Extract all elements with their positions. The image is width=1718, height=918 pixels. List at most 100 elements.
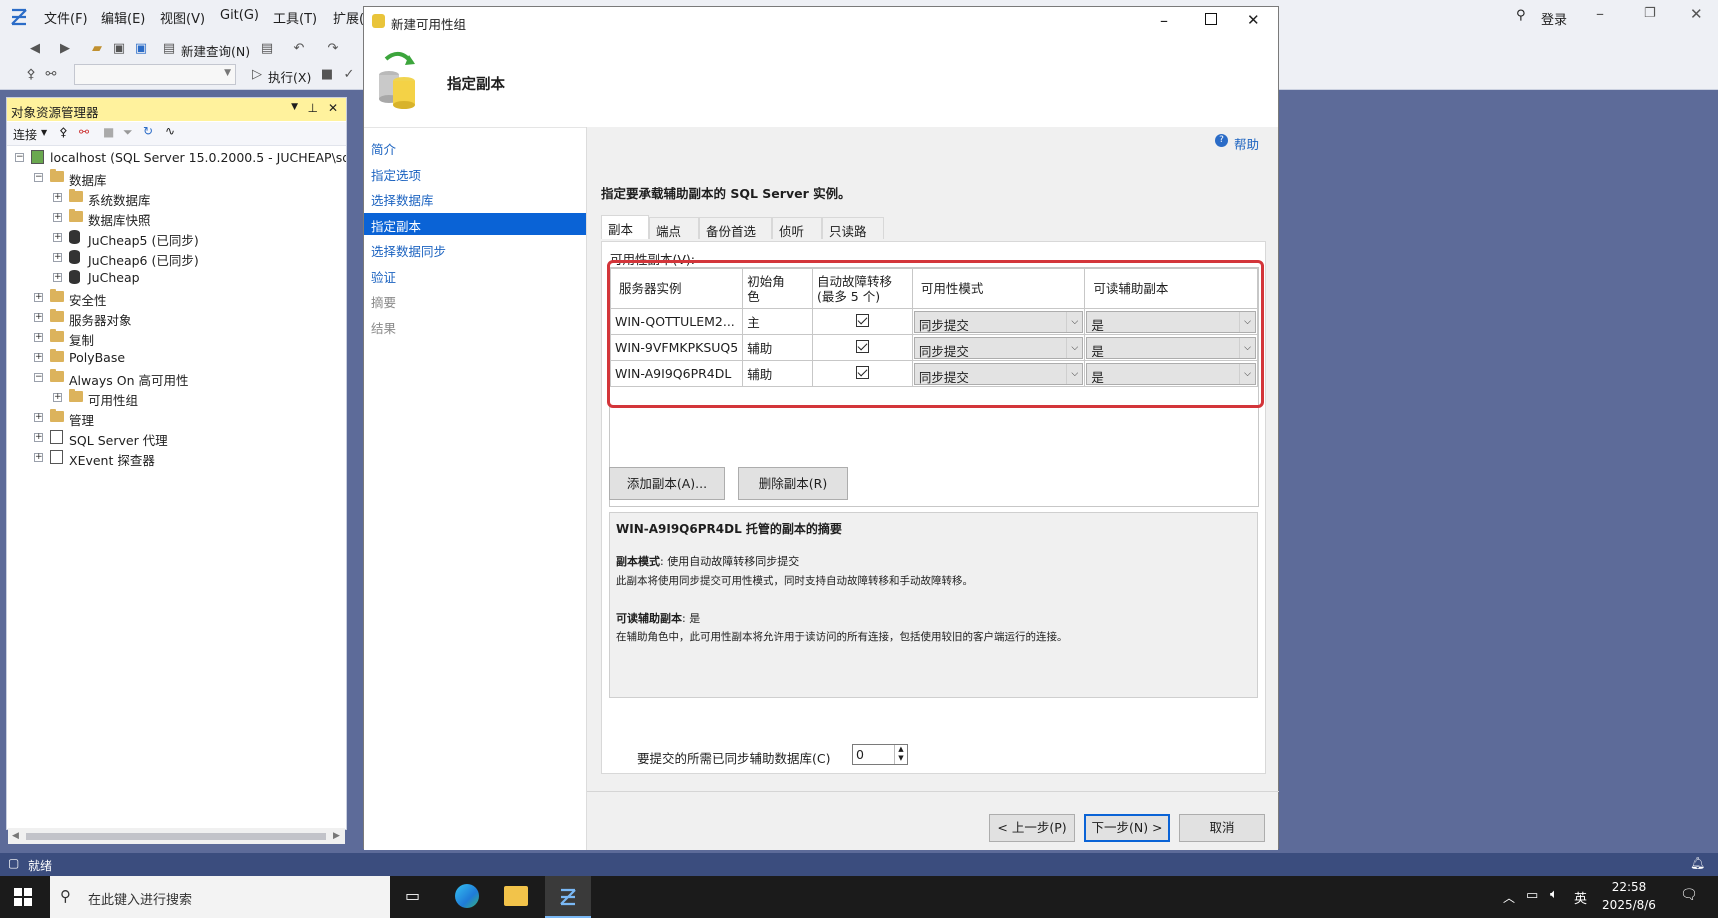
collapse-icon[interactable]: − [34, 373, 43, 382]
tree-node[interactable]: + 可用性组 [7, 388, 346, 408]
dialog-close-button[interactable]: ✕ [1247, 11, 1260, 29]
expand-icon[interactable]: + [53, 393, 62, 402]
wizard-nav-item[interactable]: 选择数据同步 [371, 238, 446, 260]
database-select[interactable]: ▼ [74, 64, 236, 85]
ime-indicator[interactable]: 英 [1574, 888, 1587, 907]
dialog-minimize-button[interactable]: – [1160, 11, 1168, 30]
filter-icon[interactable]: ⏷ [123, 125, 133, 140]
menu-extensions[interactable]: 扩展( [333, 8, 364, 27]
edge-icon[interactable] [455, 884, 479, 908]
change-connection-icon[interactable]: ⚯ [42, 66, 60, 84]
task-view-icon[interactable]: ▭ [405, 886, 420, 905]
notification-center-icon[interactable]: 🗨︎ [1680, 887, 1698, 903]
back-icon[interactable]: ◀ [26, 40, 44, 58]
parse-icon[interactable]: ✓ [340, 66, 358, 84]
login-icon[interactable]: ⚲ [1516, 8, 1526, 23]
connect-icon[interactable]: ⚴ [22, 66, 40, 84]
tree-node[interactable]: + 数据库快照 [7, 208, 346, 228]
query-icon[interactable]: ▤ [258, 40, 276, 58]
tree-node[interactable]: + PolyBase [7, 348, 346, 368]
restore-button[interactable]: ❐ [1644, 6, 1656, 21]
network-icon[interactable]: ▭ [1526, 888, 1538, 903]
expand-icon[interactable]: + [34, 333, 43, 342]
oe-dropdown-icon[interactable]: ▼ [291, 102, 298, 112]
oe-close-icon[interactable]: ✕ [328, 101, 338, 115]
expand-icon[interactable]: + [53, 253, 62, 262]
notification-bell-icon[interactable]: 🔔︎ [1690, 856, 1705, 870]
taskbar-search[interactable]: ⚲ 在此键入进行搜索 [50, 876, 390, 918]
stop-icon[interactable]: ■ [103, 125, 114, 139]
expand-icon[interactable]: + [34, 353, 43, 362]
disconnect-icon[interactable]: ⚯ [79, 125, 89, 139]
tree-node[interactable]: − 数据库 [7, 168, 346, 188]
windows-start-icon[interactable] [14, 888, 32, 906]
tree-node[interactable]: − localhost (SQL Server 15.0.2000.5 - JUC… [7, 148, 346, 168]
expand-icon[interactable]: + [34, 293, 43, 302]
remove-replica-button[interactable]: 删除副本(R) [738, 467, 848, 500]
menu-view[interactable]: 视图(V) [160, 8, 205, 27]
wizard-nav-item[interactable]: 验证 [371, 264, 396, 286]
help-link[interactable]: 帮助 [1234, 134, 1259, 153]
scroll-thumb[interactable] [26, 833, 326, 840]
expand-icon[interactable]: + [53, 273, 62, 282]
wizard-nav-item[interactable]: 简介 [371, 136, 396, 158]
open-file-icon[interactable]: ▰ [88, 40, 106, 58]
tree-node[interactable]: + JuCheap [7, 268, 346, 288]
tree-node[interactable]: + JuCheap6 (已同步) [7, 248, 346, 268]
expand-icon[interactable]: + [34, 413, 43, 422]
tree-node[interactable]: + JuCheap5 (已同步) [7, 228, 346, 248]
next-button[interactable]: 下一步(N) > [1084, 814, 1170, 842]
add-replica-button[interactable]: 添加副本(A)... [609, 467, 725, 500]
ssms-taskbar-button[interactable] [545, 876, 591, 918]
sync-secondaries-spinner[interactable]: 0 ▲ ▼ [852, 744, 908, 765]
tree-node[interactable]: + 安全性 [7, 288, 346, 308]
connect-chevron-icon[interactable]: ▼ [41, 128, 47, 137]
tab-read-only-routing[interactable]: 只读路由 [822, 217, 884, 258]
oe-horizontal-scrollbar[interactable]: ◀ ▶ [8, 828, 345, 844]
spinner-up-icon[interactable]: ▲ [894, 745, 907, 754]
tree-node[interactable]: + 系统数据库 [7, 188, 346, 208]
execute-icon[interactable]: ▷ [248, 66, 266, 84]
tab-backup-preferences[interactable]: 备份首选项 [699, 217, 772, 258]
expand-icon[interactable]: + [34, 433, 43, 442]
stop-icon[interactable]: ■ [318, 66, 336, 84]
scroll-right-icon[interactable]: ▶ [333, 831, 340, 841]
execute-button[interactable]: 执行(X) [268, 67, 311, 86]
connect-plug-icon[interactable]: ⚴ [59, 125, 68, 139]
tree-node[interactable]: + 复制 [7, 328, 346, 348]
collapse-icon[interactable]: − [34, 173, 43, 182]
tree-node[interactable]: + 服务器对象 [7, 308, 346, 328]
wizard-nav-item[interactable]: 选择数据库 [371, 187, 434, 209]
forward-icon[interactable]: ▶ [56, 40, 74, 58]
save-all-icon[interactable]: ▣ [132, 40, 150, 58]
tray-chevron-icon[interactable]: ︿ [1503, 889, 1515, 906]
tab-replicas[interactable]: 副本 [601, 215, 649, 239]
wizard-nav-item[interactable]: 指定副本 [364, 212, 586, 235]
tree-node[interactable]: + SQL Server 代理 [7, 428, 346, 448]
dialog-maximize-button[interactable] [1205, 13, 1217, 25]
activity-monitor-icon[interactable]: ∿ [165, 124, 175, 138]
redo-icon[interactable]: ↷ [324, 40, 342, 58]
new-query-icon[interactable]: ▤ [160, 40, 178, 58]
menu-file[interactable]: 文件(F) [44, 8, 88, 27]
tab-listener[interactable]: 侦听器 [772, 217, 822, 258]
cancel-button[interactable]: 取消 [1179, 814, 1265, 842]
volume-icon[interactable]: 🔈︎ [1550, 887, 1558, 902]
refresh-icon[interactable]: ↻ [143, 124, 153, 138]
clock-time[interactable]: 22:58 [1605, 880, 1653, 894]
spinner-down-icon[interactable]: ▼ [894, 754, 907, 764]
minimize-button[interactable]: – [1596, 4, 1604, 23]
tree-node[interactable]: + 管理 [7, 408, 346, 428]
wizard-nav-item[interactable]: 指定选项 [371, 162, 421, 184]
menu-edit[interactable]: 编辑(E) [101, 8, 145, 27]
save-icon[interactable]: ▣ [110, 40, 128, 58]
undo-icon[interactable]: ↶ [290, 40, 308, 58]
new-query-button[interactable]: 新建查询(N) [181, 41, 250, 60]
connect-dropdown[interactable]: 连接 [13, 126, 37, 143]
expand-icon[interactable]: + [53, 193, 62, 202]
help-icon[interactable]: ? [1215, 134, 1228, 147]
sync-secondaries-value[interactable]: 0 [856, 747, 864, 762]
oe-pin-icon[interactable]: ⊥ [308, 101, 318, 115]
expand-icon[interactable]: + [53, 233, 62, 242]
menu-tools[interactable]: 工具(T) [273, 8, 317, 27]
